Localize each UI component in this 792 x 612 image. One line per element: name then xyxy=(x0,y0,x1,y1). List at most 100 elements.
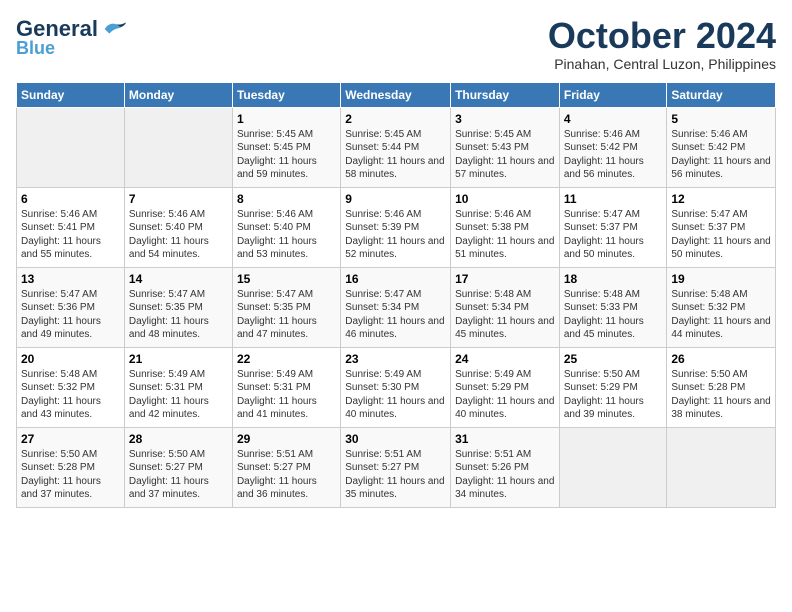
calendar-cell: 18Sunrise: 5:48 AMSunset: 5:33 PMDayligh… xyxy=(559,267,667,347)
day-number: 16 xyxy=(345,272,446,286)
day-detail: Sunrise: 5:46 AMSunset: 5:39 PMDaylight:… xyxy=(345,208,446,262)
day-detail: Sunrise: 5:47 AMSunset: 5:35 PMDaylight:… xyxy=(237,288,336,342)
day-detail: Sunrise: 5:50 AMSunset: 5:27 PMDaylight:… xyxy=(129,448,228,502)
day-number: 8 xyxy=(237,192,336,206)
day-number: 27 xyxy=(21,432,120,446)
calendar-cell: 2Sunrise: 5:45 AMSunset: 5:44 PMDaylight… xyxy=(341,107,451,187)
calendar-cell: 11Sunrise: 5:47 AMSunset: 5:37 PMDayligh… xyxy=(559,187,667,267)
calendar-cell: 16 Sunrise: 5:47 AMSunset: 5:34 PMDayligh… xyxy=(341,267,451,347)
calendar-cell: 30Sunrise: 5:51 AMSunset: 5:27 PMDayligh… xyxy=(341,427,451,507)
day-number: 23 xyxy=(345,352,446,366)
day-number: 10 xyxy=(455,192,555,206)
day-detail: Sunrise: 5:48 AMSunset: 5:32 PMDaylight:… xyxy=(21,368,120,422)
calendar-cell: 9 Sunrise: 5:46 AMSunset: 5:39 PMDaylight… xyxy=(341,187,451,267)
calendar-cell: 5 Sunrise: 5:46 AMSunset: 5:42 PMDaylight… xyxy=(667,107,776,187)
calendar-cell: 8 Sunrise: 5:46 AMSunset: 5:40 PMDaylight… xyxy=(232,187,340,267)
page-header: General Blue October 2024 Pinahan, Centr… xyxy=(16,16,776,72)
calendar-cell xyxy=(17,107,125,187)
calendar-week-row: 27 Sunrise: 5:50 AMSunset: 5:28 PMDayligh… xyxy=(17,427,776,507)
calendar-cell: 15 Sunrise: 5:47 AMSunset: 5:35 PMDayligh… xyxy=(232,267,340,347)
day-detail: Sunrise: 5:47 AMSunset: 5:34 PMDaylight:… xyxy=(345,288,446,342)
day-detail: Sunrise: 5:48 AMSunset: 5:33 PMDaylight:… xyxy=(564,288,663,342)
column-header-friday: Friday xyxy=(559,82,667,107)
day-detail: Sunrise: 5:51 AMSunset: 5:26 PMDaylight:… xyxy=(455,448,555,502)
calendar-cell: 13Sunrise: 5:47 AMSunset: 5:36 PMDayligh… xyxy=(17,267,125,347)
day-number: 5 xyxy=(671,112,771,126)
day-number: 21 xyxy=(129,352,228,366)
day-detail: Sunrise: 5:46 AMSunset: 5:40 PMDaylight:… xyxy=(237,208,336,262)
day-detail: Sunrise: 5:49 AMSunset: 5:30 PMDaylight:… xyxy=(345,368,446,422)
day-number: 7 xyxy=(129,192,228,206)
calendar-cell: 7 Sunrise: 5:46 AMSunset: 5:40 PMDaylight… xyxy=(124,187,232,267)
column-header-monday: Monday xyxy=(124,82,232,107)
calendar-cell xyxy=(667,427,776,507)
calendar-cell: 4Sunrise: 5:46 AMSunset: 5:42 PMDaylight… xyxy=(559,107,667,187)
day-number: 17 xyxy=(455,272,555,286)
day-number: 6 xyxy=(21,192,120,206)
calendar-cell: 14 Sunrise: 5:47 AMSunset: 5:35 PMDayligh… xyxy=(124,267,232,347)
logo-blue: Blue xyxy=(16,38,128,59)
calendar-cell: 3 Sunrise: 5:45 AMSunset: 5:43 PMDaylight… xyxy=(451,107,560,187)
day-detail: Sunrise: 5:46 AMSunset: 5:38 PMDaylight:… xyxy=(455,208,555,262)
day-detail: Sunrise: 5:50 AMSunset: 5:29 PMDaylight:… xyxy=(564,368,663,422)
day-detail: Sunrise: 5:48 AMSunset: 5:32 PMDaylight:… xyxy=(671,288,771,342)
day-detail: Sunrise: 5:49 AMSunset: 5:29 PMDaylight:… xyxy=(455,368,555,422)
logo-bird-icon xyxy=(100,19,128,39)
day-detail: Sunrise: 5:46 AMSunset: 5:41 PMDaylight:… xyxy=(21,208,120,262)
calendar-cell: 31 Sunrise: 5:51 AMSunset: 5:26 PMDayligh… xyxy=(451,427,560,507)
day-detail: Sunrise: 5:47 AMSunset: 5:37 PMDaylight:… xyxy=(671,208,771,262)
calendar-table: SundayMondayTuesdayWednesdayThursdayFrid… xyxy=(16,82,776,508)
location-subtitle: Pinahan, Central Luzon, Philippines xyxy=(548,56,776,72)
calendar-week-row: 6 Sunrise: 5:46 AMSunset: 5:41 PMDaylight… xyxy=(17,187,776,267)
column-header-sunday: Sunday xyxy=(17,82,125,107)
calendar-week-row: 20 Sunrise: 5:48 AMSunset: 5:32 PMDayligh… xyxy=(17,347,776,427)
day-number: 28 xyxy=(129,432,228,446)
day-detail: Sunrise: 5:49 AMSunset: 5:31 PMDaylight:… xyxy=(237,368,336,422)
logo: General Blue xyxy=(16,16,128,59)
day-detail: Sunrise: 5:50 AMSunset: 5:28 PMDaylight:… xyxy=(21,448,120,502)
day-detail: Sunrise: 5:47 AMSunset: 5:35 PMDaylight:… xyxy=(129,288,228,342)
day-number: 24 xyxy=(455,352,555,366)
day-detail: Sunrise: 5:49 AMSunset: 5:31 PMDaylight:… xyxy=(129,368,228,422)
calendar-cell: 29Sunrise: 5:51 AMSunset: 5:27 PMDayligh… xyxy=(232,427,340,507)
day-number: 12 xyxy=(671,192,771,206)
calendar-cell: 26 Sunrise: 5:50 AMSunset: 5:28 PMDayligh… xyxy=(667,347,776,427)
calendar-cell: 1 Sunrise: 5:45 AMSunset: 5:45 PMDaylight… xyxy=(232,107,340,187)
calendar-cell: 21 Sunrise: 5:49 AMSunset: 5:31 PMDayligh… xyxy=(124,347,232,427)
calendar-cell: 12 Sunrise: 5:47 AMSunset: 5:37 PMDayligh… xyxy=(667,187,776,267)
day-number: 22 xyxy=(237,352,336,366)
day-detail: Sunrise: 5:47 AMSunset: 5:36 PMDaylight:… xyxy=(21,288,120,342)
day-detail: Sunrise: 5:45 AMSunset: 5:44 PMDaylight:… xyxy=(345,128,446,182)
day-detail: Sunrise: 5:46 AMSunset: 5:40 PMDaylight:… xyxy=(129,208,228,262)
day-number: 26 xyxy=(671,352,771,366)
calendar-cell xyxy=(124,107,232,187)
calendar-cell: 25Sunrise: 5:50 AMSunset: 5:29 PMDayligh… xyxy=(559,347,667,427)
calendar-cell: 28 Sunrise: 5:50 AMSunset: 5:27 PMDayligh… xyxy=(124,427,232,507)
day-detail: Sunrise: 5:50 AMSunset: 5:28 PMDaylight:… xyxy=(671,368,771,422)
calendar-cell: 19 Sunrise: 5:48 AMSunset: 5:32 PMDayligh… xyxy=(667,267,776,347)
calendar-cell: 24 Sunrise: 5:49 AMSunset: 5:29 PMDayligh… xyxy=(451,347,560,427)
day-number: 20 xyxy=(21,352,120,366)
day-detail: Sunrise: 5:45 AMSunset: 5:45 PMDaylight:… xyxy=(237,128,336,182)
day-number: 9 xyxy=(345,192,446,206)
month-title: October 2024 xyxy=(548,16,776,56)
column-header-wednesday: Wednesday xyxy=(341,82,451,107)
day-detail: Sunrise: 5:48 AMSunset: 5:34 PMDaylight:… xyxy=(455,288,555,342)
day-number: 29 xyxy=(237,432,336,446)
calendar-week-row: 1 Sunrise: 5:45 AMSunset: 5:45 PMDaylight… xyxy=(17,107,776,187)
column-header-saturday: Saturday xyxy=(667,82,776,107)
column-header-tuesday: Tuesday xyxy=(232,82,340,107)
day-detail: Sunrise: 5:47 AMSunset: 5:37 PMDaylight:… xyxy=(564,208,663,262)
day-number: 1 xyxy=(237,112,336,126)
column-header-thursday: Thursday xyxy=(451,82,560,107)
day-number: 30 xyxy=(345,432,446,446)
day-detail: Sunrise: 5:45 AMSunset: 5:43 PMDaylight:… xyxy=(455,128,555,182)
day-number: 15 xyxy=(237,272,336,286)
calendar-cell: 17 Sunrise: 5:48 AMSunset: 5:34 PMDayligh… xyxy=(451,267,560,347)
calendar-cell: 23 Sunrise: 5:49 AMSunset: 5:30 PMDayligh… xyxy=(341,347,451,427)
day-number: 3 xyxy=(455,112,555,126)
day-number: 19 xyxy=(671,272,771,286)
day-number: 14 xyxy=(129,272,228,286)
day-number: 31 xyxy=(455,432,555,446)
day-detail: Sunrise: 5:46 AMSunset: 5:42 PMDaylight:… xyxy=(671,128,771,182)
